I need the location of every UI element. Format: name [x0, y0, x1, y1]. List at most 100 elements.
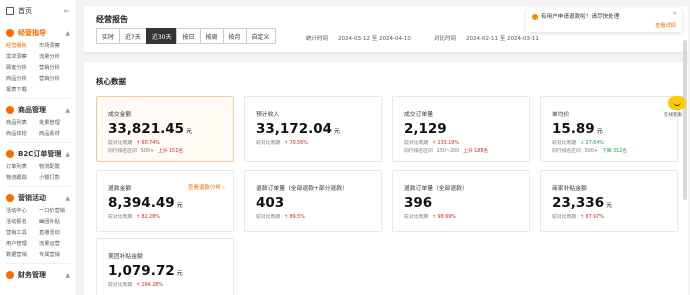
metric-card-avg-price[interactable]: 单均价 15.89 元 较对比周期 ↓ 27.64% 同行排名区间 500+ 下降 31… — [540, 96, 678, 162]
sidebar-item-demand[interactable]: 需求洞察 — [6, 53, 37, 61]
sidebar-section-orders[interactable]: B2C订单管理 ▲ — [0, 147, 76, 161]
sidebar-item-signup[interactable]: 活动报名 — [6, 218, 37, 226]
notification-text: 有用户申请退款啦！请尽快处理 — [541, 14, 620, 20]
sidebar-item-marketing[interactable]: 营销分析 — [39, 64, 70, 72]
metric-compare: 较对比周期 ↑ 164.28% — [108, 283, 163, 288]
metric-rank: 同行排名区间 150~200 上升 188名 — [404, 149, 489, 154]
sidebar-item-subsidy[interactable]: 幽团补贴 — [39, 218, 70, 226]
metric-compare: 较对比周期 ↑ 82.28% — [108, 215, 160, 220]
metric-compare: 较对比周期 ↑ 70.56% — [256, 141, 308, 146]
sidebar-item-material[interactable]: 商品素材 — [39, 130, 70, 138]
sidebar-item-order-list[interactable]: 订单列表 — [6, 163, 37, 171]
divider — [6, 263, 70, 264]
collapse-icon[interactable]: ⇤ — [64, 7, 70, 15]
metric-title: 美团补贴金额 — [108, 254, 143, 260]
sidebar-item-report[interactable]: 报表下载 — [6, 86, 37, 94]
sidebar-item-tools[interactable]: 营销工具 — [6, 229, 37, 237]
sidebar-home[interactable]: 首页 ⇤ — [0, 0, 76, 22]
metric-compare: 较对比周期 ↓ 27.64% — [552, 141, 604, 146]
sidebar-item-flow[interactable]: 流量运营 — [39, 240, 70, 248]
sidebar-item-logistics-config[interactable]: 物流配置 — [39, 163, 70, 171]
tab-7days[interactable]: 近7天 — [119, 28, 147, 44]
tab-weekly[interactable]: 按周 — [199, 28, 224, 44]
sidebar-section-campaign[interactable]: 营销活动 ▲ — [0, 191, 76, 205]
refund-analysis-link[interactable]: 查看退款分析 › — [188, 183, 225, 191]
sidebar-item-batch[interactable]: 批量管理 — [39, 119, 70, 127]
tab-monthly[interactable]: 按月 — [222, 28, 247, 44]
sidebar-goods-items: 商品列表 批量管理 商品体检 商品素材 — [0, 119, 76, 138]
sidebar-orders-items: 订单列表 物流配置 物流跟踪 小额打款 — [0, 163, 76, 182]
sidebar-item-logistics-track[interactable]: 物流跟踪 — [6, 174, 37, 182]
metric-value: 15.89 元 — [552, 121, 603, 137]
metric-card-gmv[interactable]: 成交金额 33,821.45 元 较对比周期 ↑ 60.74% 同行排名区间 500+… — [96, 96, 234, 162]
refund-notification[interactable]: 有用户申请退款啦！请尽快处理 × 查看详情 — [526, 8, 682, 32]
metric-value: 8,394.49 元 — [108, 195, 183, 211]
close-icon[interactable]: × — [672, 10, 677, 17]
sidebar-item-campaign-center[interactable]: 活动中心 — [6, 207, 37, 215]
metric-title: 单均价 — [552, 112, 570, 118]
sidebar-item-goods-list[interactable]: 商品列表 — [6, 119, 37, 127]
metric-value: 403 — [256, 195, 285, 211]
sidebar-item-exclusive[interactable]: 专属营销 — [39, 251, 70, 259]
metric-rank: 同行排名区间 500+ 下降 312名 — [552, 149, 628, 154]
metric-card-income[interactable]: 预计收入 33,172.04 元 较对比周期 ↑ 70.56% — [244, 96, 382, 162]
sidebar-item-fixed-price[interactable]: 一口价营销 — [39, 207, 70, 215]
sidebar-item-customer[interactable]: 顾客分析 — [6, 64, 37, 72]
metric-value: 33,172.04 元 — [256, 121, 341, 137]
page-title: 经营报告 — [96, 15, 128, 24]
tab-realtime[interactable]: 实时 — [96, 28, 121, 44]
chevron-up-icon: ▲ — [65, 106, 70, 114]
metric-compare: 较对比周期 ↑ 89.5% — [256, 215, 305, 220]
metric-value: 1,079.72 元 — [108, 263, 183, 279]
divider — [6, 142, 70, 143]
metric-title: 退款订单量（全部退款） — [404, 186, 468, 192]
sidebar-section-title: B2C订单管理 — [18, 150, 62, 158]
sidebar-item-dashboard[interactable]: 经营看板 — [6, 42, 37, 50]
core-data-panel: 核心数据 成交金额 33,821.45 元 较对比周期 ↑ 60.74% 同行排名区… — [84, 62, 688, 295]
sidebar-home-label: 首页 — [18, 7, 32, 15]
compare-time-range[interactable]: 2024-02-11 至 2024-03-11 — [466, 34, 539, 42]
tab-custom[interactable]: 自定义 — [245, 28, 276, 44]
metric-card-refund-orders-full[interactable]: 退款订单量（全部退款） 396 较对比周期 ↑ 98.99% — [392, 170, 530, 232]
metric-card-platform-subsidy[interactable]: 美团补贴金额 1,079.72 元 较对比周期 ↑ 164.28% — [96, 238, 234, 295]
metric-card-orders[interactable]: 成交订单量 2,129 较对比周期 ↑ 133.19% 同行排名区间 150~200… — [392, 96, 530, 162]
tab-30days[interactable]: 近30天 — [145, 28, 178, 44]
sidebar-item-product[interactable]: 商品分析 — [6, 75, 37, 83]
sidebar-item-traffic[interactable]: 流量分析 — [39, 53, 70, 61]
metric-compare: 较对比周期 ↑ 60.74% — [108, 141, 160, 146]
metric-title: 成交订单量 — [404, 112, 433, 118]
sidebar-item-marketing2[interactable]: 营销分析 — [39, 75, 70, 83]
sidebar-item-live[interactable]: 直播活动 — [39, 229, 70, 237]
tab-daily[interactable]: 按日 — [176, 28, 201, 44]
chevron-up-icon: ▲ — [65, 194, 70, 202]
sidebar: 首页 ⇤ 经营指导 ▲ 经营看板 市场洞察 需求洞察 流量分析 顾客分析 营销分… — [0, 0, 77, 295]
view-details-link[interactable]: 查看详情 — [655, 22, 676, 29]
order-icon — [6, 150, 14, 158]
highlight-strip — [84, 52, 688, 54]
sidebar-section-guide[interactable]: 经营指导 ▲ — [0, 26, 76, 40]
metric-value: 2,129 — [404, 121, 447, 137]
chart-icon — [6, 29, 14, 37]
warning-icon — [532, 14, 538, 20]
metric-compare: 较对比周期 ↑ 98.99% — [404, 215, 456, 220]
customer-service-widget[interactable]: 在线客服 — [664, 96, 690, 122]
sidebar-section-goods[interactable]: 商品管理 ▲ — [0, 103, 76, 117]
main-content: 经营报告 实时 近7天 近30天 按日 按周 按月 自定义 统计时间 2024-… — [80, 0, 688, 295]
metric-card-refund-amount[interactable]: 退款金额 查看退款分析 › 8,394.49 元 较对比周期 ↑ 82.28% — [96, 170, 234, 232]
sidebar-item-market[interactable]: 市场洞察 — [39, 42, 70, 50]
sidebar-guide-items: 经营看板 市场洞察 需求洞察 流量分析 顾客分析 营销分析 商品分析 营销分析 … — [0, 42, 76, 94]
sidebar-section-title: 商品管理 — [18, 106, 46, 114]
metric-card-merchant-subsidy[interactable]: 商家补贴金额 23,336 元 较对比周期 ↑ 67.97% — [540, 170, 678, 232]
sidebar-section-finance[interactable]: 财务管理 ▲ — [0, 268, 76, 282]
sidebar-section-title: 营销活动 — [18, 194, 46, 202]
sidebar-item-data-marketing[interactable]: 数据营销 — [6, 251, 37, 259]
sidebar-item-users[interactable]: 用户管理 — [6, 240, 37, 248]
sidebar-item-check[interactable]: 商品体检 — [6, 130, 37, 138]
metric-card-refund-orders-all[interactable]: 退款订单量（全部退款+部分退款） 403 较对比周期 ↑ 89.5% — [244, 170, 382, 232]
megaphone-icon — [6, 194, 14, 202]
stat-time-range[interactable]: 2024-03-12 至 2024-04-10 — [338, 34, 411, 42]
sidebar-item-small-pay[interactable]: 小额打款 — [39, 174, 70, 182]
stat-time-label: 统计时间 — [306, 36, 329, 42]
box-icon — [6, 106, 14, 114]
metric-title: 退款订单量（全部退款+部分退款） — [256, 186, 348, 192]
